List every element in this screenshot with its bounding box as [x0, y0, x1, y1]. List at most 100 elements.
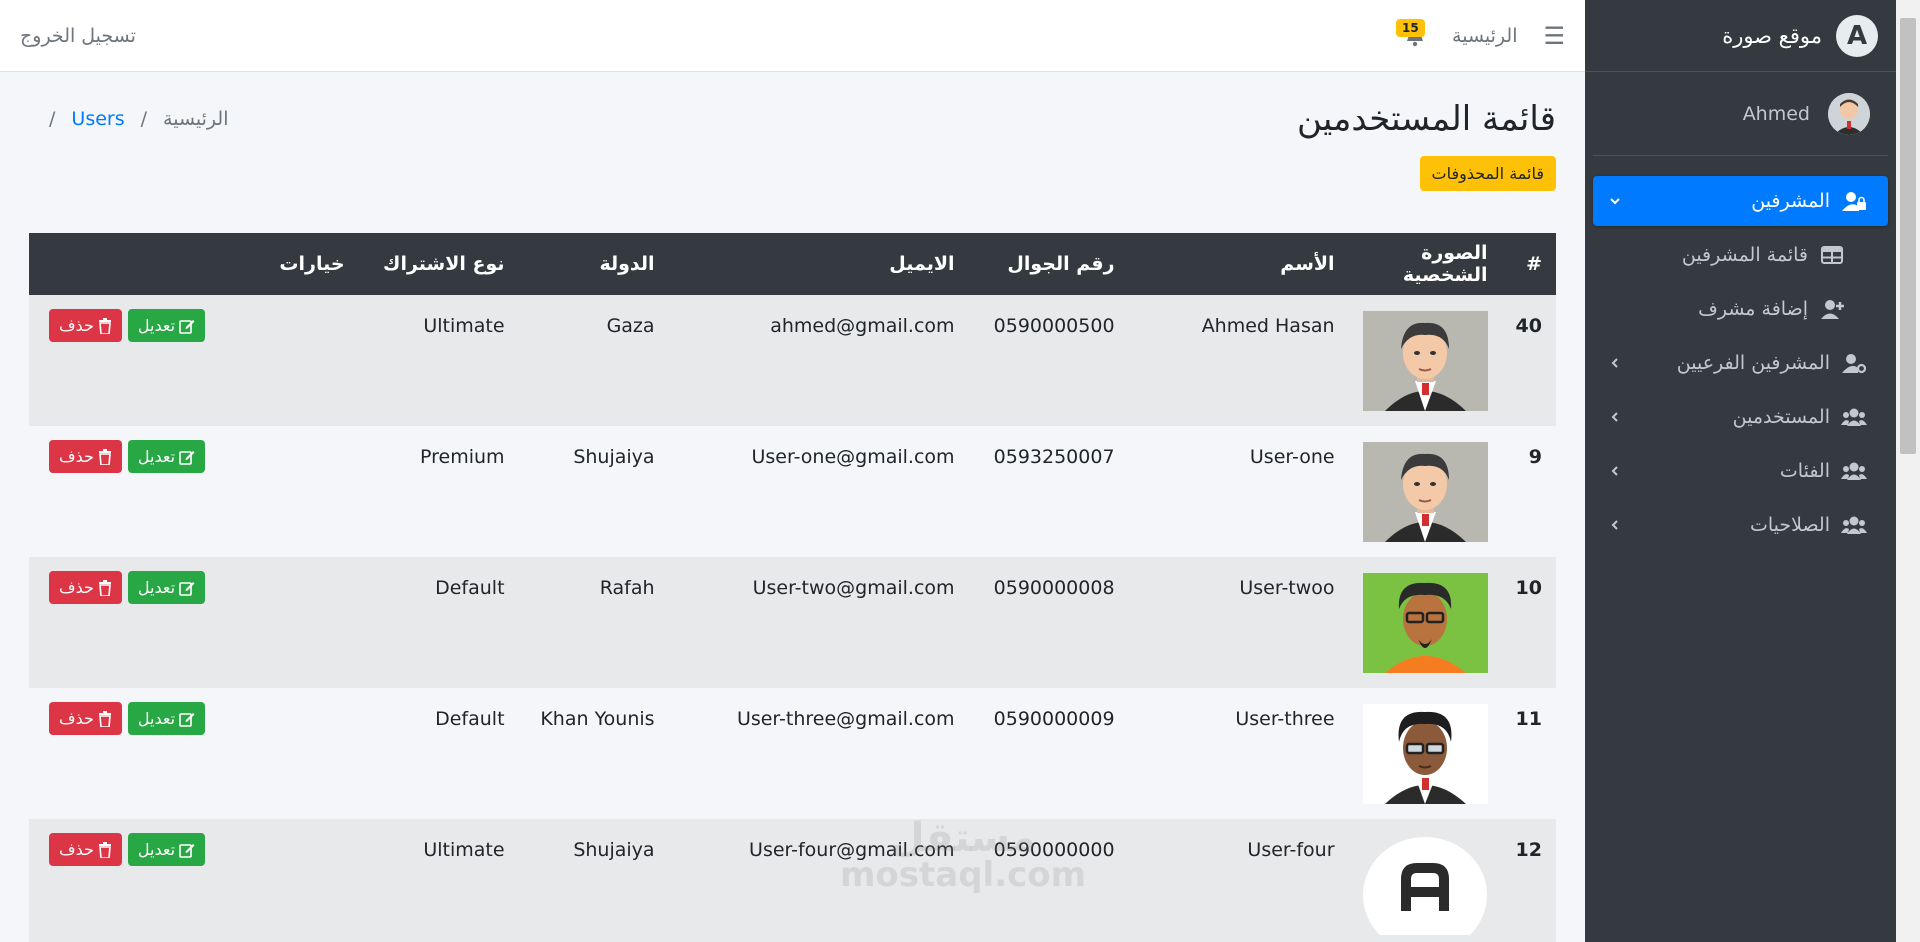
main-content: قائمة المستخدمين الرئيسية / Users / قائم…: [0, 72, 1585, 942]
sidebar-item-label: إضافة مشرف: [1698, 298, 1808, 320]
sidebar-item-label: المستخدمين: [1732, 406, 1830, 428]
sidebar-item-admins[interactable]: المشرفين: [1593, 176, 1888, 226]
sidebar-item-label: الفئات: [1779, 460, 1830, 482]
cell-plan: Ultimate: [423, 315, 505, 337]
page-scrollbar[interactable]: [1896, 0, 1920, 942]
cell-phone: 0590000500: [993, 315, 1115, 337]
chevron-down-icon: [1605, 195, 1625, 207]
col-header-options: خيارات: [279, 253, 345, 275]
users-icon: [1840, 408, 1868, 426]
sidebar: A موقع صورة Ahmed المشرفين قائمة المشرفي…: [1585, 0, 1896, 942]
hamburger-menu-icon[interactable]: ☰: [1543, 22, 1565, 50]
sidebar-item-permissions[interactable]: الصلاحيات: [1593, 500, 1888, 550]
edit-button[interactable]: تعديل: [127, 571, 206, 604]
delete-button[interactable]: حذف: [49, 833, 122, 866]
cell-name: User-three: [1235, 708, 1335, 730]
trash-icon: [98, 448, 111, 465]
col-header-phone: رقم الجوال: [1007, 253, 1115, 275]
brand-link[interactable]: A موقع صورة: [1585, 0, 1896, 72]
user-cog-icon: [1840, 353, 1868, 373]
edit-button[interactable]: تعديل: [127, 440, 206, 473]
breadcrumb-home[interactable]: الرئيسية: [163, 108, 228, 130]
cell-plan: Ultimate: [423, 839, 505, 861]
cell-id: 9: [1528, 446, 1542, 468]
cell-photo: [1349, 295, 1502, 426]
user-name: Ahmed: [1742, 102, 1810, 125]
breadcrumb-users[interactable]: Users: [71, 108, 124, 130]
cell-country: Khan Younis: [540, 708, 655, 730]
top-navbar: ☰ الرئيسية 15 تسجيل الخروج: [0, 0, 1585, 72]
cell-id: 10: [1515, 577, 1542, 599]
cell-email: ahmed@gmail.com: [770, 315, 955, 337]
delete-label: حذف: [59, 316, 94, 335]
cell-photo: [1349, 557, 1502, 688]
cell-phone: 0590000008: [993, 577, 1115, 599]
cell-name: Ahmed Hasan: [1201, 315, 1335, 337]
watermark-brand: مستقل: [889, 815, 1037, 861]
brand-logo-icon: A: [1836, 14, 1878, 57]
table-row: 9 User-one 0593250007 User-one@gmail.com…: [29, 426, 1556, 557]
trash-icon: [98, 317, 111, 334]
edit-button[interactable]: تعديل: [127, 833, 206, 866]
user-photo: [1362, 704, 1488, 804]
cell-name: User-one: [1249, 446, 1335, 468]
edit-button[interactable]: تعديل: [127, 309, 206, 342]
edit-icon: [179, 581, 195, 596]
cell-plan: Default: [435, 577, 505, 599]
page-title: قائمة المستخدمين: [1297, 99, 1556, 139]
sidebar-item-admin-list[interactable]: قائمة المشرفين: [1593, 230, 1866, 280]
cell-id: 11: [1515, 708, 1542, 730]
edit-icon: [179, 450, 195, 465]
breadcrumb-separator: /: [140, 108, 148, 130]
sidebar-item-label: قائمة المشرفين: [1681, 244, 1808, 266]
delete-label: حذف: [59, 447, 94, 466]
cell-plan: Default: [435, 708, 505, 730]
col-header-photo: الصورة الشخصية: [1402, 242, 1488, 286]
delete-button[interactable]: حذف: [49, 571, 122, 604]
col-header-name: الأسم: [1280, 253, 1335, 275]
trash-icon: [98, 579, 111, 596]
sidebar-item-label: الصلاحيات: [1749, 514, 1830, 536]
edit-label: تعديل: [137, 447, 176, 466]
delete-button[interactable]: حذف: [49, 702, 122, 735]
deleted-list-button[interactable]: قائمة المحذوفات: [1419, 156, 1556, 191]
sidebar-item-label: المشرفين: [1751, 190, 1830, 212]
delete-button[interactable]: حذف: [49, 440, 122, 473]
brand-text: موقع صورة: [1722, 23, 1822, 48]
cell-country: Shujaiya: [573, 446, 655, 468]
col-header-plan: نوع الاشتراك: [383, 253, 505, 275]
table-row: 40 Ahmed Hasan 0590000500 ahmed@gmail.co…: [29, 295, 1556, 426]
trash-icon: [98, 841, 111, 858]
table-icon: [1818, 246, 1846, 264]
cell-id: 40: [1515, 315, 1542, 337]
cell-email: User-one@gmail.com: [751, 446, 955, 468]
cell-email: User-two@gmail.com: [752, 577, 955, 599]
chevron-left-icon: [1605, 519, 1625, 531]
delete-label: حذف: [59, 709, 94, 728]
users-icon: [1840, 516, 1868, 534]
home-link[interactable]: الرئيسية: [1452, 25, 1517, 47]
chevron-left-icon: [1605, 411, 1625, 423]
sidebar-item-sub-admins[interactable]: المشرفين الفرعيين: [1593, 338, 1888, 388]
table-row: 10 User-twoo 0590000008 User-two@gmail.c…: [29, 557, 1556, 688]
user-plus-icon: [1818, 299, 1846, 319]
cell-actions: تعديل حذف: [29, 819, 359, 942]
delete-label: حذف: [59, 578, 94, 597]
user-avatar: [1828, 92, 1870, 135]
edit-label: تعديل: [137, 840, 176, 859]
notifications-bell[interactable]: 15: [1396, 18, 1426, 47]
trash-icon: [98, 710, 111, 727]
sidebar-item-label: المشرفين الفرعيين: [1676, 352, 1830, 374]
cell-photo: [1349, 426, 1502, 557]
edit-button[interactable]: تعديل: [127, 702, 206, 735]
sidebar-item-users[interactable]: المستخدمين: [1593, 392, 1888, 442]
logout-link[interactable]: تسجيل الخروج: [20, 25, 136, 47]
delete-label: حذف: [59, 840, 94, 859]
delete-button[interactable]: حذف: [49, 309, 122, 342]
sidebar-item-add-admin[interactable]: إضافة مشرف: [1593, 284, 1866, 334]
scrollbar-thumb[interactable]: [1900, 18, 1916, 454]
table-row: 12 User-four 0590000000 User-four@gmail.…: [29, 819, 1556, 942]
edit-label: تعديل: [137, 578, 176, 597]
sidebar-item-categories[interactable]: الفئات: [1593, 446, 1888, 496]
user-panel[interactable]: Ahmed: [1593, 72, 1888, 156]
